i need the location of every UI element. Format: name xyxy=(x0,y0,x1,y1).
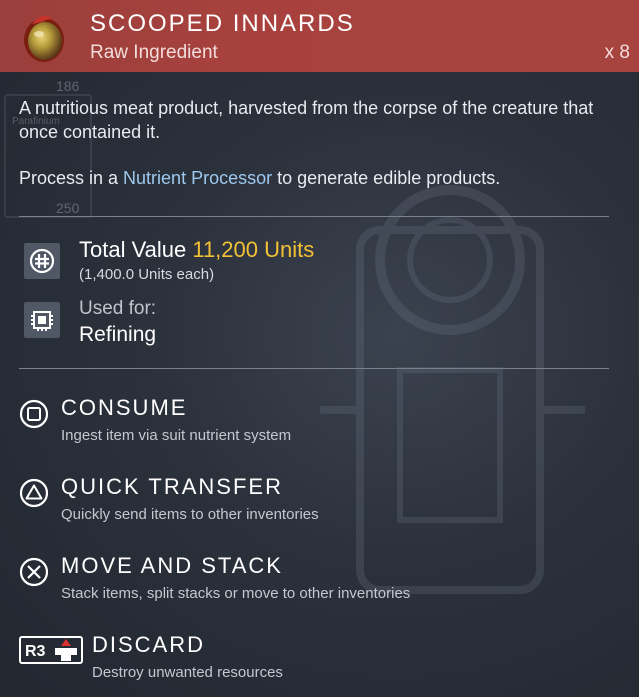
action-title: CONSUME xyxy=(61,395,188,420)
item-type: Raw Ingredient xyxy=(90,42,218,63)
action-description: Destroy unwanted resources xyxy=(92,664,283,681)
process-prefix: Process in a xyxy=(19,168,124,188)
unit-value-each: (1,400.0 Units each) xyxy=(79,266,215,283)
action-description: Quickly send items to other inventories xyxy=(61,506,319,523)
description-text: A nutritious meat product, harvested fro… xyxy=(19,98,594,142)
item-description: A nutritious meat product, harvested fro… xyxy=(19,96,619,212)
divider-bottom xyxy=(19,368,609,369)
used-for-label: Used for: xyxy=(79,298,157,319)
action-description: Stack items, split stacks or move to oth… xyxy=(61,585,411,602)
meat-ingredient-icon xyxy=(24,15,64,62)
action-description: Ingest item via suit nutrient system xyxy=(61,427,292,444)
r3-button-icon: R3 xyxy=(19,636,83,664)
item-quantity: x 8 xyxy=(604,42,630,63)
slot-count-top: 186 xyxy=(56,78,80,94)
used-for-value: Refining xyxy=(79,323,157,346)
refiner-chip-icon xyxy=(24,302,60,338)
cross-button-icon xyxy=(19,557,49,587)
total-value-label: Total Value xyxy=(79,237,193,262)
action-title: DISCARD xyxy=(92,632,206,657)
total-value-amount: 11,200 Units xyxy=(192,237,315,262)
nutrient-processor-link: Nutrient Processor xyxy=(123,168,273,188)
description-process: Process in a Nutrient Processor to gener… xyxy=(19,166,619,190)
action-title: MOVE AND STACK xyxy=(61,553,283,578)
item-name: SCOOPED INNARDS xyxy=(90,10,355,37)
total-value: Total Value 11,200 Units xyxy=(79,237,314,263)
item-header: SCOOPED INNARDS Raw Ingredient x 8 xyxy=(0,0,639,72)
square-button-icon xyxy=(19,399,49,429)
divider-top xyxy=(19,216,609,217)
triangle-button-icon xyxy=(19,478,49,508)
action-title: QUICK TRANSFER xyxy=(61,474,283,499)
r3-button-label: R3 xyxy=(25,643,46,660)
process-suffix: to generate edible products. xyxy=(272,168,501,188)
units-currency-icon xyxy=(24,243,60,279)
